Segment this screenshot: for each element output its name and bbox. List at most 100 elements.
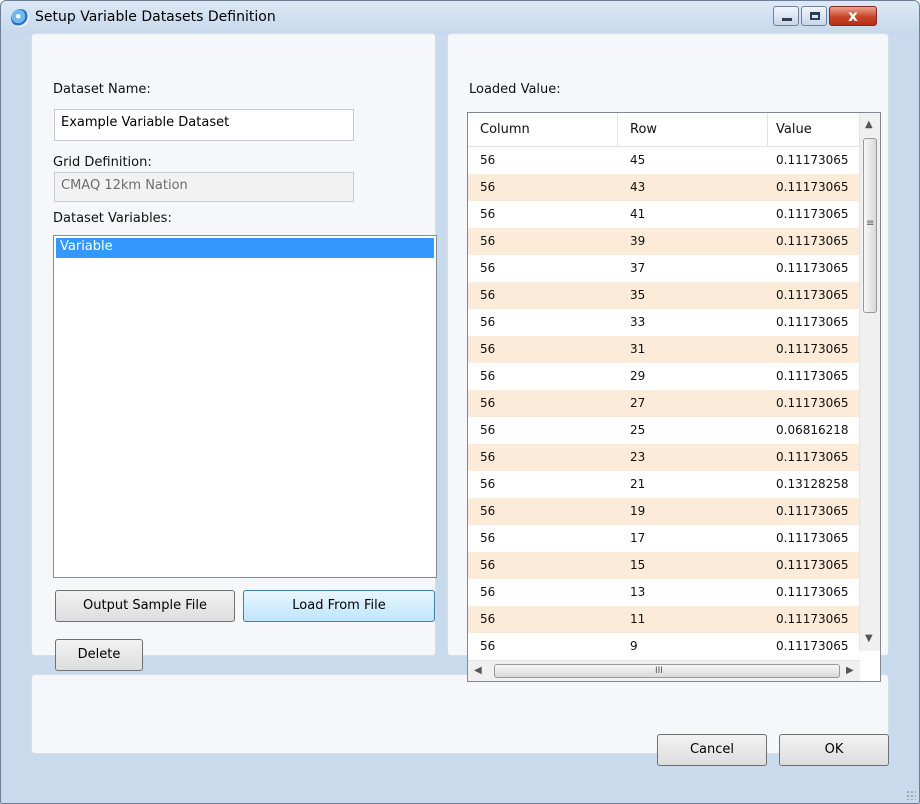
column-cell: 56 — [480, 261, 496, 275]
row-cell: 33 — [630, 315, 646, 329]
value-cell: 0.13128258 — [776, 477, 849, 491]
value-cell: 0.11173065 — [776, 612, 849, 626]
column-header[interactable]: Column — [480, 122, 530, 137]
row-cell: 25 — [630, 423, 646, 437]
value-cell: 0.11173065 — [776, 234, 849, 248]
row-cell: 11 — [630, 612, 646, 626]
load-from-file-button[interactable]: Load From File — [243, 590, 435, 622]
value-cell: 0.11173065 — [776, 450, 849, 464]
grid-definition-field: CMAQ 12km Nation — [54, 172, 354, 202]
row-cell: 37 — [630, 261, 646, 275]
minimize-button[interactable] — [773, 6, 799, 26]
table-row[interactable]: 56 21 0.13128258 — [468, 471, 860, 498]
horizontal-scroll-thumb[interactable]: III — [494, 664, 840, 678]
close-icon: x — [848, 7, 858, 25]
table-row[interactable]: 56 37 0.11173065 — [468, 255, 860, 282]
header-divider — [767, 113, 768, 146]
column-cell: 56 — [480, 180, 496, 194]
table-row[interactable]: 56 33 0.11173065 — [468, 309, 860, 336]
table-row[interactable]: 56 29 0.11173065 — [468, 363, 860, 390]
close-button[interactable]: x — [829, 6, 877, 26]
row-cell: 13 — [630, 585, 646, 599]
value-cell: 0.11173065 — [776, 180, 849, 194]
value-header[interactable]: Value — [776, 122, 812, 137]
dataset-variables-label: Dataset Variables: — [53, 211, 172, 226]
resize-grip-icon[interactable] — [906, 790, 916, 800]
table-row[interactable]: 56 31 0.11173065 — [468, 336, 860, 363]
variables-listbox[interactable]: Variable — [53, 235, 437, 578]
column-cell: 56 — [480, 612, 496, 626]
row-cell: 23 — [630, 450, 646, 464]
value-cell: 0.06816218 — [776, 423, 849, 437]
vertical-scrollbar[interactable]: ▲ ≡ ▼ — [859, 113, 880, 651]
loaded-value-label: Loaded Value: — [469, 82, 561, 97]
value-cell: 0.11173065 — [776, 531, 849, 545]
table-row[interactable]: 56 13 0.11173065 — [468, 579, 860, 606]
table-row[interactable]: 56 11 0.11173065 — [468, 606, 860, 633]
value-cell: 0.11173065 — [776, 585, 849, 599]
dataset-name-input[interactable]: Example Variable Dataset — [54, 109, 354, 141]
table-row[interactable]: 56 17 0.11173065 — [468, 525, 860, 552]
row-cell: 29 — [630, 369, 646, 383]
column-cell: 56 — [480, 288, 496, 302]
column-cell: 56 — [480, 504, 496, 518]
row-cell: 27 — [630, 396, 646, 410]
ok-button[interactable]: OK — [779, 734, 889, 766]
value-cell: 0.11173065 — [776, 207, 849, 221]
column-cell: 56 — [480, 315, 496, 329]
horizontal-grip-icon: III — [655, 666, 663, 676]
table-row[interactable]: 56 41 0.11173065 — [468, 201, 860, 228]
value-cell: 0.11173065 — [776, 558, 849, 572]
row-header[interactable]: Row — [630, 122, 657, 137]
horizontal-scrollbar[interactable]: ◀ III ▶ — [468, 660, 860, 681]
table-row[interactable]: 56 25 0.06816218 — [468, 417, 860, 444]
table-row[interactable]: 56 15 0.11173065 — [468, 552, 860, 579]
column-cell: 56 — [480, 234, 496, 248]
value-cell: 0.11173065 — [776, 342, 849, 356]
grid-definition-label: Grid Definition: — [53, 155, 152, 170]
value-cell: 0.11173065 — [776, 261, 849, 275]
value-cell: 0.11173065 — [776, 288, 849, 302]
maximize-button[interactable] — [801, 6, 827, 26]
scroll-up-arrow-icon[interactable]: ▲ — [865, 119, 873, 131]
table-row[interactable]: 56 23 0.11173065 — [468, 444, 860, 471]
row-cell: 17 — [630, 531, 646, 545]
row-cell: 15 — [630, 558, 646, 572]
column-cell: 56 — [480, 585, 496, 599]
table-row[interactable]: 56 27 0.11173065 — [468, 390, 860, 417]
delete-button[interactable]: Delete — [55, 639, 143, 671]
row-cell: 41 — [630, 207, 646, 221]
title-bar[interactable]: Setup Variable Datasets Definition x — [1, 1, 919, 35]
scroll-right-arrow-icon[interactable]: ▶ — [846, 665, 854, 677]
value-cell: 0.11173065 — [776, 369, 849, 383]
value-cell: 0.11173065 — [776, 504, 849, 518]
column-cell: 56 — [480, 531, 496, 545]
row-cell: 43 — [630, 180, 646, 194]
table-row[interactable]: 56 39 0.11173065 — [468, 228, 860, 255]
minimize-icon — [782, 18, 792, 21]
table-row[interactable]: 56 9 0.11173065 — [468, 633, 860, 660]
globe-icon — [11, 9, 29, 27]
vertical-scroll-thumb[interactable]: ≡ — [863, 138, 877, 313]
table-row[interactable]: 56 35 0.11173065 — [468, 282, 860, 309]
row-cell: 39 — [630, 234, 646, 248]
table-row[interactable]: 56 45 0.11173065 — [468, 147, 860, 174]
table-row[interactable]: 56 19 0.11173065 — [468, 498, 860, 525]
output-sample-file-button[interactable]: Output Sample File — [55, 590, 235, 622]
scroll-down-arrow-icon[interactable]: ▼ — [865, 633, 873, 645]
grid-header: Column Row Value — [468, 113, 860, 147]
row-cell: 35 — [630, 288, 646, 302]
table-row[interactable]: 56 43 0.11173065 — [468, 174, 860, 201]
header-divider — [617, 113, 618, 146]
row-cell: 19 — [630, 504, 646, 518]
cancel-button[interactable]: Cancel — [657, 734, 767, 766]
column-cell: 56 — [480, 207, 496, 221]
column-cell: 56 — [480, 369, 496, 383]
column-cell: 56 — [480, 450, 496, 464]
scroll-left-arrow-icon[interactable]: ◀ — [474, 665, 482, 677]
column-cell: 56 — [480, 396, 496, 410]
list-item[interactable]: Variable — [56, 238, 434, 258]
column-cell: 56 — [480, 153, 496, 167]
loaded-values-grid[interactable]: Column Row Value 56 45 0.11173065 56 43 0.111… — [467, 112, 881, 682]
row-cell: 31 — [630, 342, 646, 356]
